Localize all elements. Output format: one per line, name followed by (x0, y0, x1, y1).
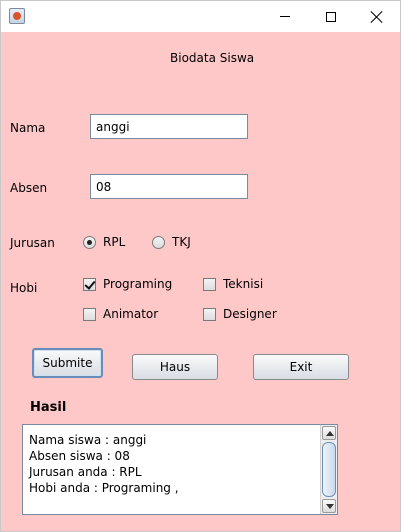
checkbox-unchecked-icon (203, 307, 216, 321)
clear-button[interactable]: Haus (132, 354, 218, 380)
scroll-up-icon[interactable] (322, 426, 336, 440)
checkbox-animator[interactable]: Animator (83, 307, 158, 321)
radio-rpl[interactable]: RPL (83, 235, 125, 249)
radio-tkj[interactable]: TKJ (152, 235, 191, 249)
checkbox-unchecked-icon (83, 307, 96, 321)
result-textarea[interactable]: Nama siswa : anggi Absen siswa : 08 Juru… (22, 424, 338, 515)
result-line: Nama siswa : anggi (29, 433, 147, 447)
radio-rpl-label: RPL (103, 235, 126, 249)
minimize-icon (280, 16, 290, 17)
checkbox-programing-label: Programing (103, 277, 173, 291)
radio-selected-icon (83, 235, 96, 249)
scroll-down-icon[interactable] (322, 499, 336, 513)
java-app-icon[interactable] (9, 8, 25, 24)
absen-field[interactable] (90, 174, 248, 199)
submit-button[interactable]: Submite (32, 348, 103, 378)
title-bar[interactable] (1, 1, 400, 32)
nama-field[interactable] (90, 114, 248, 139)
hobi-label: Hobi (10, 281, 38, 295)
vertical-scrollbar[interactable] (320, 425, 337, 514)
checkbox-teknisi-label: Teknisi (223, 277, 264, 291)
nama-label: Nama (10, 121, 46, 135)
scroll-thumb[interactable] (322, 442, 336, 497)
checkbox-checked-icon (83, 277, 96, 291)
radio-unselected-icon (152, 235, 165, 249)
checkbox-animator-label: Animator (103, 307, 159, 321)
radio-tkj-label: TKJ (172, 235, 191, 249)
result-line: Absen siswa : 08 (29, 449, 130, 463)
result-label: Hasil (30, 400, 67, 415)
maximize-button[interactable] (308, 1, 354, 32)
maximize-icon (326, 11, 336, 22)
result-line: Jurusan anda : RPL (29, 465, 142, 479)
close-button[interactable] (354, 1, 400, 32)
checkbox-programing[interactable]: Programing (83, 277, 172, 291)
jurusan-label: Jurusan (10, 236, 55, 250)
checkbox-teknisi[interactable]: Teknisi (203, 277, 263, 291)
form-title: Biodata Siswa (170, 51, 255, 65)
close-icon (371, 11, 383, 23)
minimize-button[interactable] (262, 1, 308, 32)
exit-button[interactable]: Exit (253, 354, 349, 380)
checkbox-designer[interactable]: Designer (203, 307, 277, 321)
checkbox-designer-label: Designer (223, 307, 277, 321)
checkbox-unchecked-icon (203, 277, 216, 291)
absen-label: Absen (10, 181, 48, 195)
result-line: Hobi anda : Programing , (29, 481, 179, 495)
result-text: Nama siswa : anggi Absen siswa : 08 Juru… (29, 432, 179, 496)
app-window: Biodata Siswa Nama Absen Jurusan RPL TKJ… (0, 0, 401, 532)
